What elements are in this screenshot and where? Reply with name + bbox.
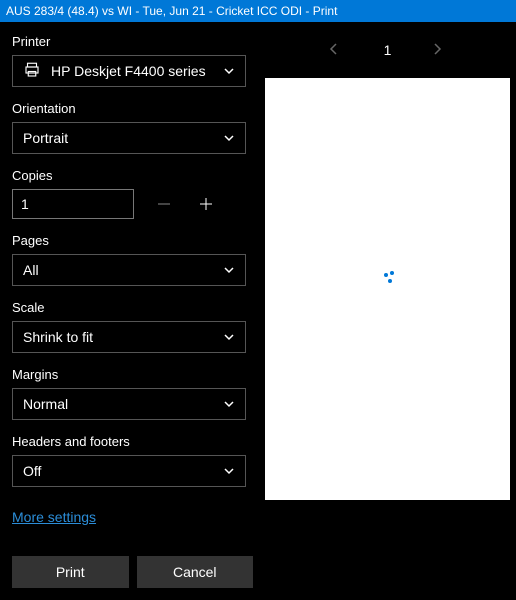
printer-value: HP Deskjet F4400 series <box>51 63 206 79</box>
orientation-select[interactable]: Portrait <box>12 122 246 154</box>
headers-value: Off <box>23 463 41 479</box>
printer-icon <box>23 61 41 82</box>
headers-label: Headers and footers <box>12 434 253 449</box>
window-titlebar: AUS 283/4 (48.4) vs WI - Tue, Jun 21 - C… <box>0 0 516 22</box>
printer-label: Printer <box>12 34 253 49</box>
margins-select[interactable]: Normal <box>12 388 246 420</box>
prev-page-button[interactable] <box>328 42 344 58</box>
pages-value: All <box>23 262 39 278</box>
print-button[interactable]: Print <box>12 556 129 588</box>
loading-spinner-icon <box>378 271 398 291</box>
chevron-down-icon <box>223 398 235 410</box>
margins-label: Margins <box>12 367 253 382</box>
more-settings-link[interactable]: More settings <box>12 509 253 525</box>
page-preview <box>265 78 510 500</box>
copies-input[interactable] <box>12 189 134 219</box>
headers-select[interactable]: Off <box>12 455 246 487</box>
copies-label: Copies <box>12 168 253 183</box>
next-page-button[interactable] <box>431 42 447 58</box>
page-navigator: 1 <box>265 22 510 78</box>
preview-panel: 1 <box>265 22 516 600</box>
chevron-down-icon <box>223 264 235 276</box>
scale-select[interactable]: Shrink to fit <box>12 321 246 353</box>
dialog-content: Printer HP Deskjet F4400 series Orientat… <box>0 22 516 600</box>
printer-select[interactable]: HP Deskjet F4400 series <box>12 55 246 87</box>
margins-value: Normal <box>23 396 68 412</box>
settings-panel: Printer HP Deskjet F4400 series Orientat… <box>0 22 265 600</box>
chevron-down-icon <box>223 65 235 77</box>
chevron-down-icon <box>223 132 235 144</box>
scale-label: Scale <box>12 300 253 315</box>
orientation-label: Orientation <box>12 101 253 116</box>
copies-increment[interactable] <box>194 192 218 216</box>
chevron-down-icon <box>223 331 235 343</box>
scale-value: Shrink to fit <box>23 329 93 345</box>
page-number: 1 <box>384 42 392 58</box>
orientation-value: Portrait <box>23 130 68 146</box>
chevron-down-icon <box>223 465 235 477</box>
pages-select[interactable]: All <box>12 254 246 286</box>
copies-decrement[interactable] <box>152 192 176 216</box>
cancel-button[interactable]: Cancel <box>137 556 254 588</box>
pages-label: Pages <box>12 233 253 248</box>
